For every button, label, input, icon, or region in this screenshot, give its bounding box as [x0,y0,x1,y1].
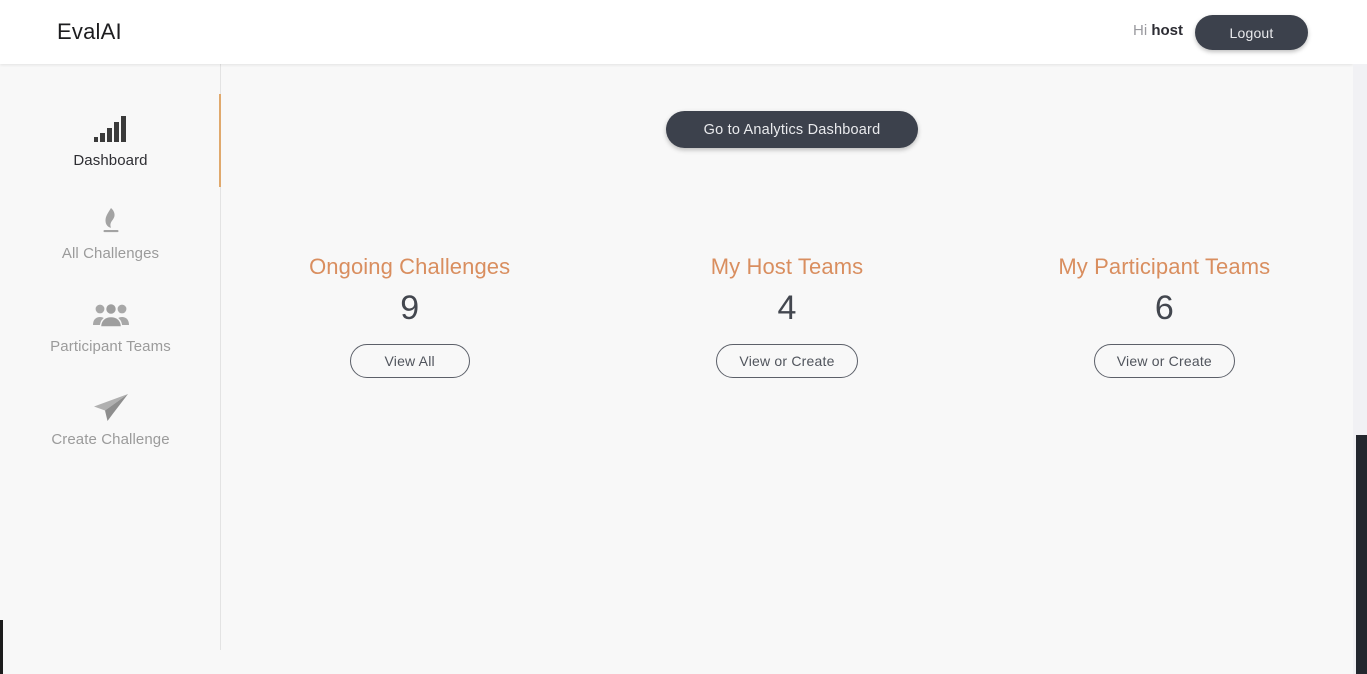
page-scrollbar-track-header-overlay [1353,0,1367,64]
go-to-analytics-dashboard-button[interactable]: Go to Analytics Dashboard [666,111,918,148]
stat-card-title: My Host Teams [710,254,864,279]
main-content: Go to Analytics Dashboard Ongoing Challe… [221,64,1353,674]
people-group-icon [0,288,221,330]
view-all-button[interactable]: View All [349,344,470,379]
logout-button[interactable]: Logout [1195,15,1308,50]
view-or-create-participant-teams-button[interactable]: View or Create [1093,344,1235,379]
stat-cards: Ongoing Challenges 9 View All My Host Te… [221,254,1353,379]
sidebar-item-label: All Challenges [61,245,160,262]
app-logo-text: EvalAI [57,19,122,44]
paper-plane-icon [0,381,221,423]
flame-podium-icon [0,195,221,237]
stat-card-my-participant-teams: My Participant Teams 6 View or Create [976,254,1353,379]
stat-card-title: Ongoing Challenges [309,254,511,279]
app-header: EvalAI Hi host Logout [0,0,1353,64]
stat-card-ongoing-challenges: Ongoing Challenges 9 View All [221,254,598,379]
sidebar-item-participant-teams[interactable]: Participant Teams [0,288,221,355]
app-logo[interactable]: EvalAI [57,19,122,45]
view-or-create-host-teams-button[interactable]: View or Create [716,344,858,379]
window-left-edge [0,620,3,674]
username-label: host [1151,22,1183,39]
sidebar-item-all-challenges[interactable]: All Challenges [0,195,221,262]
page-scrollbar-thumb[interactable] [1356,435,1367,674]
stat-card-title: My Participant Teams [1058,254,1271,279]
sidebar-item-label: Create Challenge [51,431,170,448]
greeting-prefix: Hi [1132,22,1148,39]
stat-card-count: 9 [400,289,420,327]
sidebar: Dashboard All Challenges Participant Tea… [0,64,221,674]
user-greeting: Hi host [1133,22,1183,39]
sidebar-item-label: Dashboard [73,152,148,169]
stat-card-count: 4 [777,289,797,327]
sidebar-item-create-challenge[interactable]: Create Challenge [0,381,221,448]
stat-card-count: 6 [1154,289,1174,327]
bar-chart-icon [0,102,221,144]
stat-card-my-host-teams: My Host Teams 4 View or Create [598,254,975,379]
sidebar-item-label: Participant Teams [50,338,171,355]
sidebar-item-dashboard[interactable]: Dashboard [0,102,221,169]
